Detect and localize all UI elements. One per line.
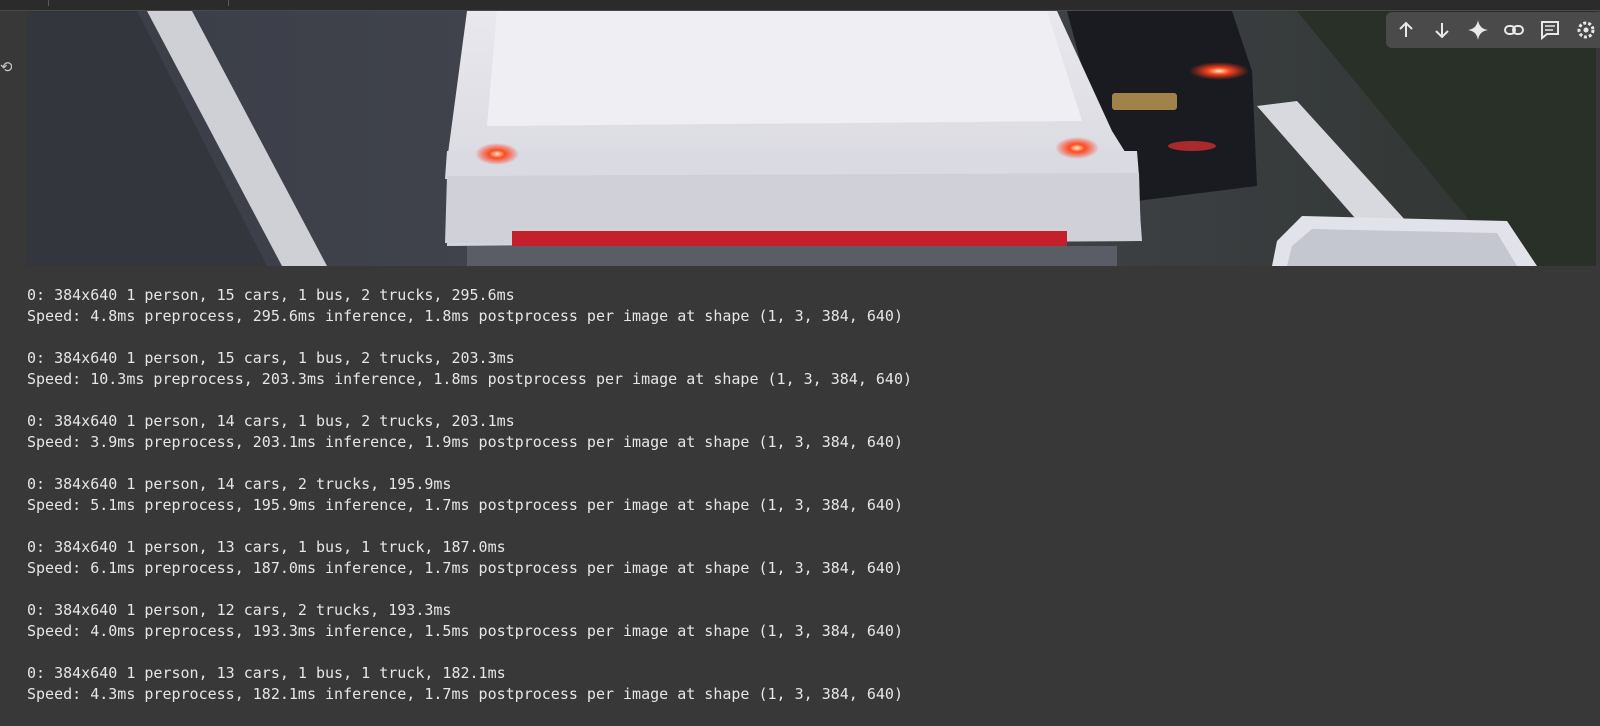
log-entry: 0: 384x640 1 person, 15 cars, 1 bus, 2 t… [27, 285, 1587, 328]
detection-line: 0: 384x640 1 person, 14 cars, 1 bus, 2 t… [27, 412, 515, 430]
speed-line: Speed: 4.3ms preprocess, 182.1ms inferen… [27, 685, 903, 704]
top-tab-strip [0, 0, 1600, 11]
log-entry: 0: 384x640 1 person, 12 cars, 2 trucks, … [27, 600, 1587, 643]
move-up-button[interactable] [1392, 14, 1421, 46]
copy-link-button[interactable] [1499, 14, 1528, 46]
tab-divider [48, 0, 49, 6]
settings-button[interactable] [1571, 14, 1600, 46]
speed-line: Speed: 10.3ms preprocess, 203.3ms infere… [27, 370, 913, 389]
log-entry: 0: 384x640 1 person, 15 cars, 1 bus, 2 t… [27, 348, 1587, 391]
cell-output-toggle-icon[interactable]: ⟲ [0, 58, 12, 76]
log-entry: 0: 384x640 1 person, 13 cars, 1 bus, 1 t… [27, 537, 1587, 580]
speed-line: Speed: 5.1ms preprocess, 195.9ms inferen… [27, 496, 903, 515]
comment-button[interactable] [1535, 14, 1564, 46]
speed-line: Speed: 6.1ms preprocess, 187.0ms inferen… [27, 559, 903, 578]
log-entry: 0: 384x640 1 person, 14 cars, 1 bus, 2 t… [27, 411, 1587, 454]
detection-line: 0: 384x640 1 person, 13 cars, 1 bus, 1 t… [27, 664, 506, 682]
comment-icon [1540, 21, 1559, 41]
detection-line: 0: 384x640 1 person, 12 cars, 2 trucks, … [27, 601, 452, 619]
sparkle-icon [1468, 20, 1489, 40]
detection-line: 0: 384x640 1 person, 15 cars, 1 bus, 2 t… [27, 349, 515, 367]
traffic-scene-image [27, 11, 1596, 266]
settings-icon [1577, 21, 1595, 39]
speed-line: Speed: 4.0ms preprocess, 193.3ms inferen… [27, 622, 903, 641]
arrow-down-icon [1435, 23, 1449, 39]
log-entry: 0: 384x640 1 person, 14 cars, 2 trucks, … [27, 474, 1587, 517]
log-entry: 0: 384x640 1 person, 13 cars, 1 bus, 1 t… [27, 663, 1587, 706]
tab-divider [228, 0, 229, 6]
detection-line: 0: 384x640 1 person, 13 cars, 1 bus, 1 t… [27, 538, 506, 556]
cell-toolbar [1386, 12, 1600, 48]
arrow-up-icon [1399, 21, 1414, 37]
gemini-button[interactable] [1464, 14, 1493, 46]
detection-line: 0: 384x640 1 person, 15 cars, 1 bus, 2 t… [27, 286, 515, 304]
output-image [27, 11, 1596, 266]
speed-line: Speed: 3.9ms preprocess, 203.1ms inferen… [27, 433, 903, 452]
detection-line: 0: 384x640 1 person, 14 cars, 2 trucks, … [27, 475, 452, 493]
link-icon [1503, 25, 1524, 35]
speed-line: Speed: 4.8ms preprocess, 295.6ms inferen… [27, 307, 903, 326]
move-down-button[interactable] [1428, 14, 1457, 46]
cell-output-log: 0: 384x640 1 person, 15 cars, 1 bus, 2 t… [27, 285, 1587, 726]
